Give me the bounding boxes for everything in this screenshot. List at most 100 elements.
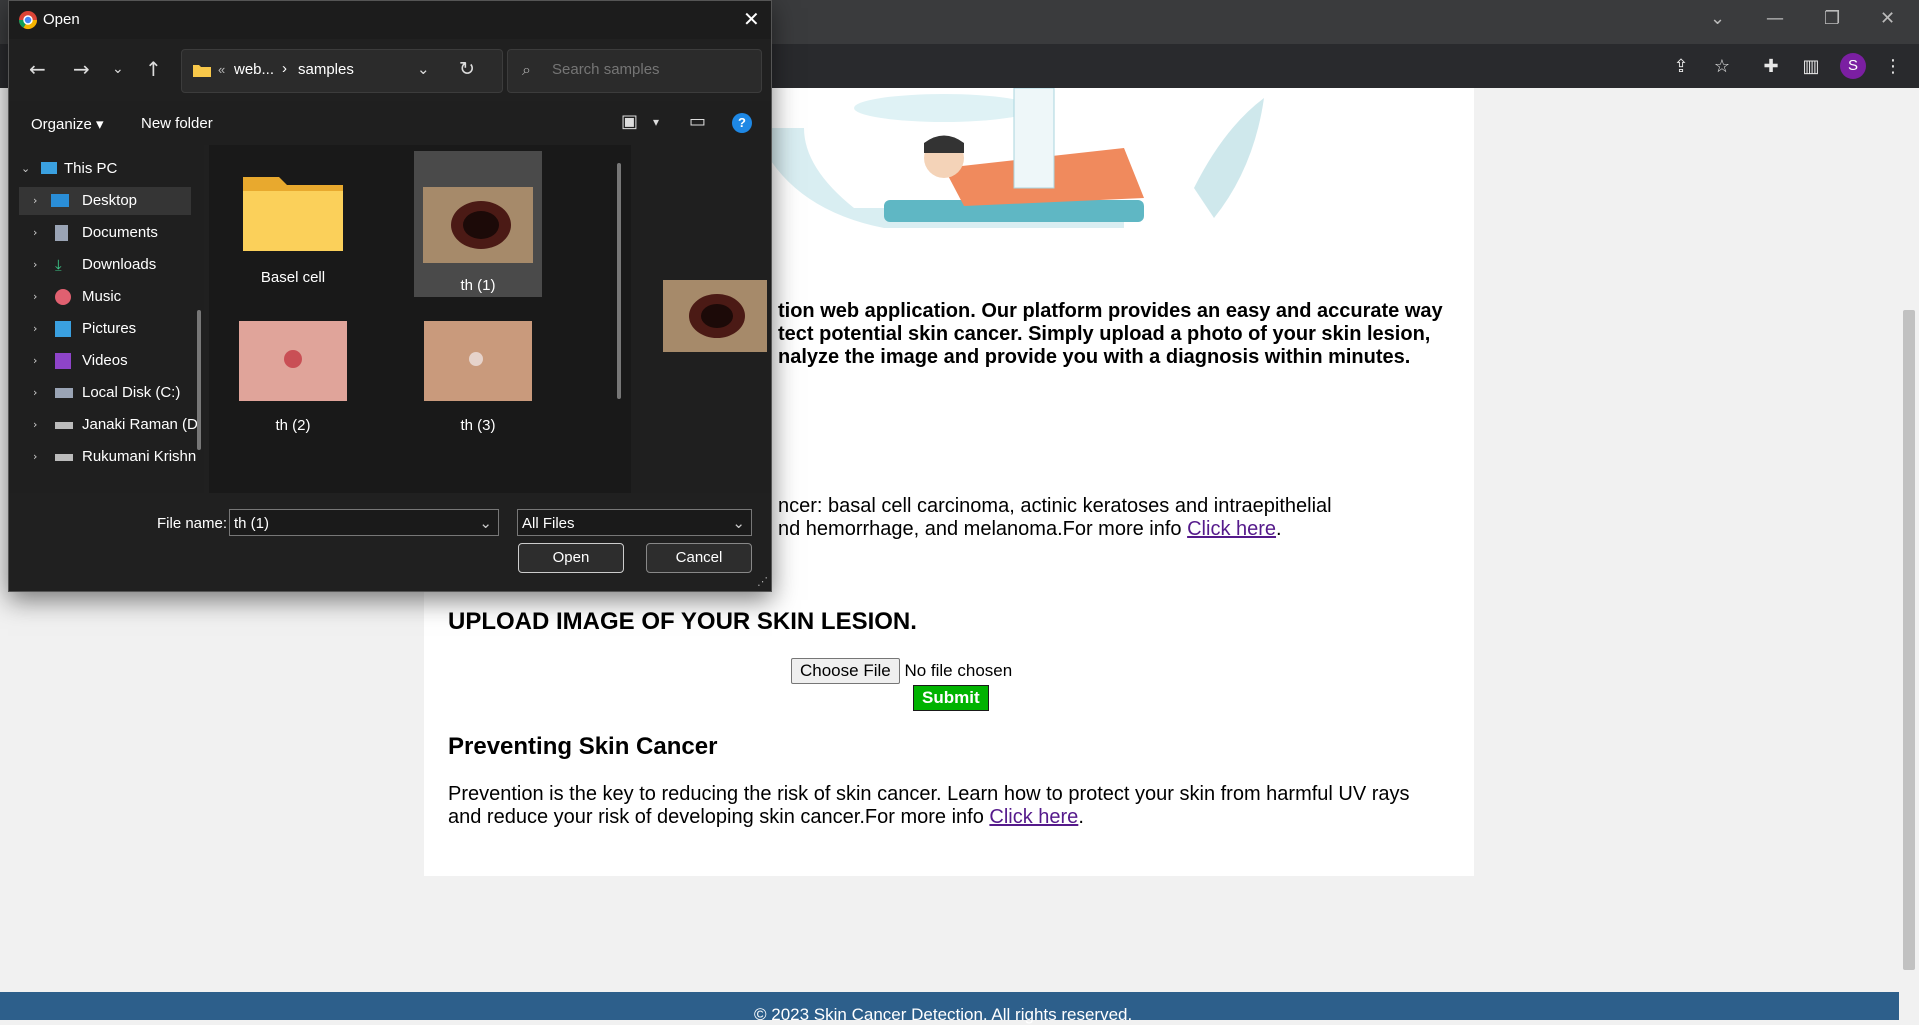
side-panel-icon[interactable]: ▥ xyxy=(1800,56,1822,78)
path-separator: › xyxy=(282,60,287,77)
chevron-right-icon[interactable]: › xyxy=(33,251,37,279)
refresh-icon[interactable]: ↻ xyxy=(459,58,475,80)
tree-label: Documents xyxy=(82,224,158,241)
prevent-line-2: and reduce your risk of developing skin … xyxy=(448,806,1458,829)
chevron-right-icon[interactable]: › xyxy=(33,283,37,311)
chevron-right-icon[interactable]: › xyxy=(33,315,37,343)
path-overflow[interactable]: « xyxy=(218,62,225,77)
preview-pane xyxy=(631,145,771,493)
organize-menu[interactable]: Organize ▾ xyxy=(31,115,104,133)
chrome-icon xyxy=(18,11,37,30)
share-icon[interactable]: ⇪ xyxy=(1670,56,1692,78)
folder-icon xyxy=(193,65,211,77)
restore-icon[interactable]: ❐ xyxy=(1824,8,1840,29)
search-box[interactable]: ⌕ xyxy=(507,49,762,93)
prevent-line-2-text: and reduce your risk of developing skin … xyxy=(448,806,990,828)
upload-heading: UPLOAD IMAGE OF YOUR SKIN LESION. xyxy=(448,608,917,635)
submit-button[interactable]: Submit xyxy=(913,685,989,711)
file-item-th2[interactable]: th (2) xyxy=(229,321,357,449)
path-dropdown-icon[interactable]: ⌄ xyxy=(417,60,430,78)
file-grid: Basel cell th (1) th (2) th (3) xyxy=(209,145,631,493)
tree-item-videos[interactable]: › Videos xyxy=(19,347,197,375)
search-input[interactable] xyxy=(550,60,754,79)
chevron-right-icon[interactable]: › xyxy=(33,443,37,471)
choose-file-button[interactable]: Choose File xyxy=(791,658,900,684)
tree-item-downloads[interactable]: › ⤓ Downloads xyxy=(19,251,197,279)
music-icon xyxy=(55,289,71,305)
preview-pane-icon[interactable]: ▭ xyxy=(689,111,706,132)
minimize-icon[interactable]: — xyxy=(1766,8,1784,29)
help-icon[interactable]: ? xyxy=(732,113,752,133)
close-icon[interactable]: ✕ xyxy=(1880,8,1895,29)
tree-scrollbar[interactable] xyxy=(197,310,201,450)
tree-item-documents[interactable]: › Documents xyxy=(19,219,197,247)
tree-item-rukumani-krishn[interactable]: › Rukumani Krishn xyxy=(19,443,197,471)
scrollbar-thumb[interactable] xyxy=(1903,310,1915,970)
file-item-th3[interactable]: th (3) xyxy=(414,321,542,449)
types-period: . xyxy=(1276,518,1282,540)
grid-scrollbar[interactable] xyxy=(617,163,621,399)
image-thumbnail xyxy=(424,321,532,401)
tree-item-music[interactable]: › Music xyxy=(19,283,197,311)
tree-label: Videos xyxy=(82,352,128,369)
tree-item-janaki-raman[interactable]: › Janaki Raman (D xyxy=(19,411,197,439)
tab-search-icon[interactable]: ⌄ xyxy=(1710,8,1725,29)
open-button[interactable]: Open xyxy=(518,543,624,573)
avatar[interactable]: S xyxy=(1840,53,1866,79)
file-name: th (3) xyxy=(460,417,496,434)
open-file-dialog: Open ✕ ← → ⌄ ↑ « web... › samples ⌄ ↻ ⌕ … xyxy=(8,0,772,592)
file-name: th (2) xyxy=(275,417,311,434)
file-name-field[interactable]: th (1) ⌄ xyxy=(229,509,499,536)
chevron-right-icon[interactable]: › xyxy=(33,187,37,215)
extension-icon[interactable]: ✚ xyxy=(1760,56,1782,78)
chevron-right-icon[interactable]: › xyxy=(33,347,37,375)
address-bar[interactable]: « web... › samples ⌄ ↻ xyxy=(181,49,503,93)
tree-item-pictures[interactable]: › Pictures xyxy=(19,315,197,343)
path-segment-web[interactable]: web... xyxy=(234,61,274,78)
dialog-close-icon[interactable]: ✕ xyxy=(743,7,760,31)
tree-label: Music xyxy=(82,288,122,305)
file-item-folder[interactable]: Basel cell xyxy=(229,155,357,297)
prevent-click-here-link[interactable]: Click here xyxy=(989,806,1078,828)
more-icon[interactable]: ⋮ xyxy=(1882,56,1904,78)
image-thumbnail xyxy=(423,187,533,263)
resize-grip-icon[interactable]: ⋰ xyxy=(757,575,768,588)
chevron-right-icon[interactable]: › xyxy=(33,411,37,439)
up-arrow-icon[interactable]: ↑ xyxy=(145,57,162,81)
recent-dropdown-icon[interactable]: ⌄ xyxy=(112,61,124,77)
page-footer: © 2023 Skin Cancer Detection. All rights… xyxy=(0,992,1899,1024)
dialog-title-bar[interactable]: Open ✕ xyxy=(9,1,771,39)
no-file-text: No file chosen xyxy=(904,661,1013,680)
tree-item-desktop[interactable]: › Desktop xyxy=(19,187,191,215)
drive-icon xyxy=(55,454,73,461)
disk-icon xyxy=(55,388,73,398)
footer-text: © 2023 Skin Cancer Detection. All rights… xyxy=(754,1005,1133,1024)
tree-item-local-disk[interactable]: › Local Disk (C:) xyxy=(19,379,197,407)
chevron-right-icon[interactable]: › xyxy=(33,219,37,247)
back-arrow-icon[interactable]: ← xyxy=(29,57,46,81)
tree-label: Janaki Raman (D xyxy=(82,416,197,433)
file-input[interactable]: Choose File No file chosen xyxy=(791,658,1012,684)
star-icon[interactable]: ☆ xyxy=(1711,56,1733,78)
file-name: th (1) xyxy=(460,277,496,294)
cancel-button[interactable]: Cancel xyxy=(646,543,752,573)
folder-icon xyxy=(243,177,343,251)
view-dropdown-icon[interactable]: ▾ xyxy=(653,115,659,129)
documents-icon xyxy=(55,225,68,241)
new-folder-button[interactable]: New folder xyxy=(141,115,213,132)
file-name-dropdown-icon[interactable]: ⌄ xyxy=(479,510,492,537)
page-scrollbar[interactable] xyxy=(1899,88,1919,1000)
chevron-right-icon[interactable]: › xyxy=(33,379,37,407)
types-click-here-link[interactable]: Click here xyxy=(1187,518,1276,540)
file-type-select[interactable]: All Files ⌄ xyxy=(517,509,752,536)
path-segment-samples[interactable]: samples xyxy=(298,61,354,78)
forward-arrow-icon[interactable]: → xyxy=(73,57,90,81)
file-type-dropdown-icon[interactable]: ⌄ xyxy=(732,510,745,537)
tree-label: This PC xyxy=(64,160,118,177)
preview-image xyxy=(663,280,767,352)
tree-item-this-pc[interactable]: ⌄ This PC xyxy=(9,155,187,183)
expanded-chevron-icon[interactable]: ⌄ xyxy=(21,155,30,183)
file-name-value: th (1) xyxy=(234,515,270,532)
file-item-th1[interactable]: th (1) xyxy=(414,151,542,297)
view-icon[interactable]: ▣ xyxy=(621,111,638,132)
